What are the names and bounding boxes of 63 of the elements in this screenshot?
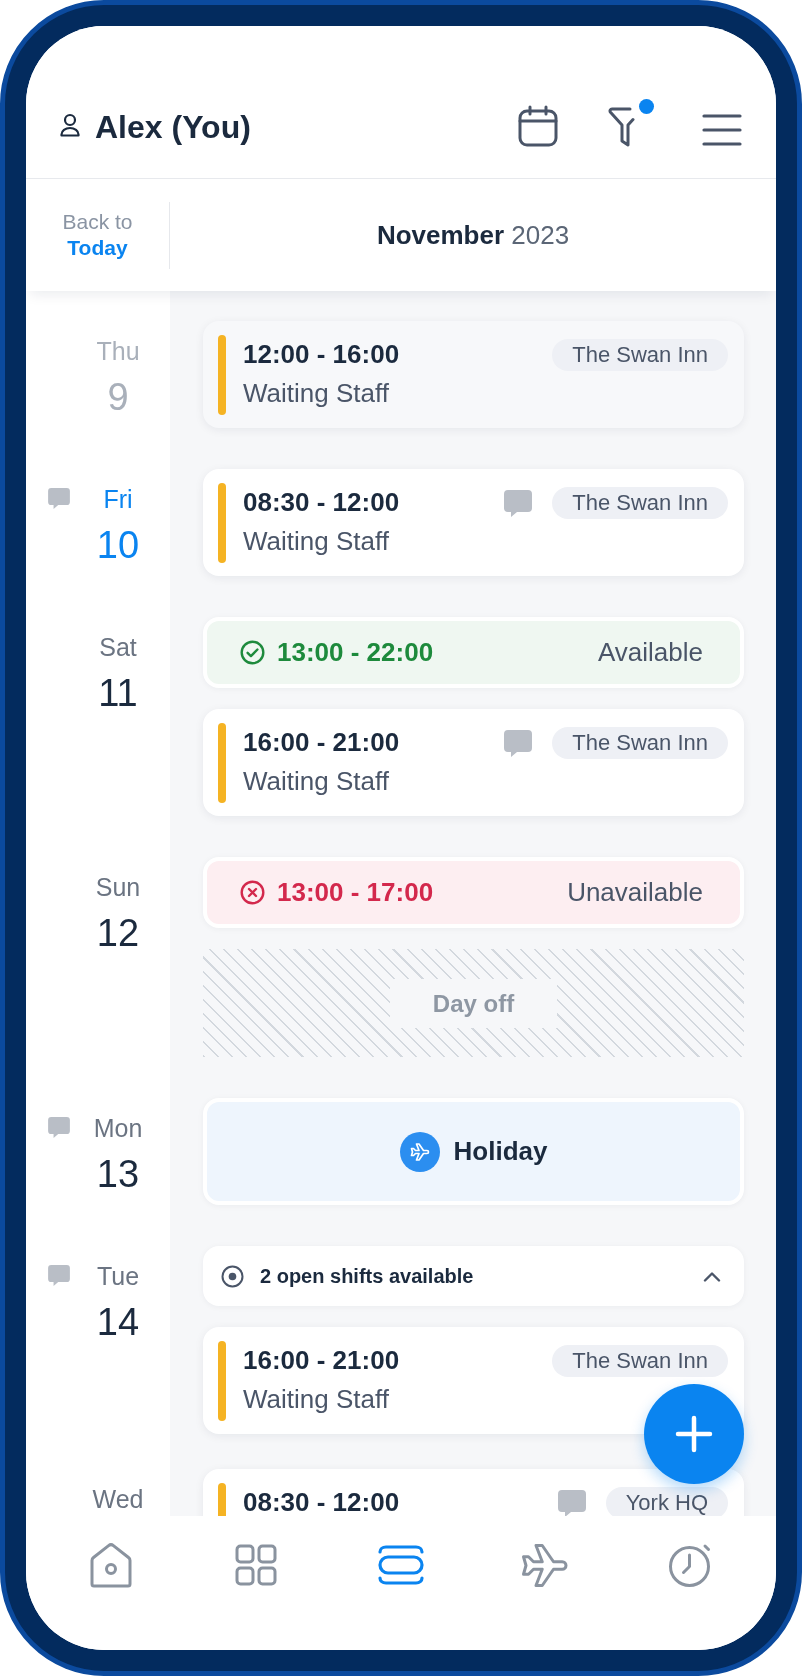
shift-role: Waiting Staff — [243, 766, 390, 797]
home-icon — [88, 1542, 133, 1588]
grid-icon — [234, 1544, 277, 1586]
weekday-label: Thu — [96, 336, 140, 366]
weekday-label: Sun — [95, 872, 141, 902]
date-number: 13 — [96, 1154, 140, 1194]
nav-button[interactable] — [234, 1544, 277, 1586]
shift-time: 16:00 - 21:00 — [243, 727, 400, 758]
plus-icon — [675, 1415, 713, 1453]
availability-time: 13:00 - 17:00 — [277, 877, 434, 908]
shift-card[interactable]: 12:00 - 16:00 Waiting Staff The Swan Inn — [203, 321, 744, 428]
availability-status: Unavailable — [567, 877, 703, 908]
date-number: 9 — [107, 377, 129, 417]
location-tag: The Swan Inn — [552, 727, 728, 759]
shift-card[interactable]: 16:00 - 21:00 Waiting Staff The Swan Inn — [203, 709, 744, 816]
back-to-today-button[interactable]: Back to Today — [26, 209, 169, 261]
shift-card[interactable]: 08:30 - 12:00 York HQ — [203, 1469, 744, 1516]
open-shifts-toggle[interactable]: 2 open shifts available — [203, 1246, 744, 1306]
shift-time: 12:00 - 16:00 — [243, 339, 400, 370]
user-name: Alex (You) — [95, 108, 251, 147]
shift-time: 16:00 - 21:00 — [243, 1345, 400, 1376]
date-number: 11 — [98, 673, 138, 713]
location-tag: The Swan Inn — [552, 487, 728, 519]
month-title: November 2023 — [375, 219, 571, 251]
shift-card[interactable]: 08:30 - 12:00 Waiting Staff The Swan Inn — [203, 469, 744, 576]
location-tag: The Swan Inn — [552, 1345, 728, 1377]
shift-role: Waiting Staff — [243, 1384, 390, 1415]
rows-icon — [377, 1544, 425, 1586]
person-icon — [59, 113, 81, 137]
shift-time: 08:30 - 12:00 — [243, 1487, 400, 1516]
date-number: 12 — [96, 913, 140, 953]
weekday-label: Fri — [103, 484, 133, 514]
check-circle-icon — [240, 640, 265, 665]
cross-circle-icon — [240, 880, 265, 905]
date-number: 14 — [96, 1302, 140, 1342]
weekday-label: Tue — [96, 1261, 140, 1291]
availability-card[interactable]: 13:00 - 22:00 Available — [203, 617, 744, 688]
plane-icon — [399, 1131, 440, 1172]
menu-icon — [702, 113, 742, 147]
weekday-label: Mon — [93, 1113, 143, 1143]
shift-role: Waiting Staff — [243, 378, 390, 409]
shift-card[interactable]: 16:00 - 21:00 Waiting Staff The Swan Inn — [203, 1327, 744, 1434]
location-tag: The Swan Inn — [552, 339, 728, 371]
shift-role: Waiting Staff — [243, 526, 390, 557]
holiday-card[interactable]: Holiday — [203, 1098, 744, 1205]
filter-button[interactable] — [606, 99, 654, 147]
calendar-button[interactable] — [518, 105, 558, 147]
nav-button[interactable] — [88, 1542, 133, 1588]
availability-status: Available — [597, 637, 703, 668]
date-number: 10 — [96, 525, 140, 565]
shift-time: 08:30 - 12:00 — [243, 487, 400, 518]
accent-bar — [218, 1483, 226, 1516]
menu-button[interactable] — [702, 113, 742, 147]
day-off-label: Day off — [389, 978, 558, 1028]
holiday-label: Holiday — [453, 1136, 548, 1167]
unavailability-card[interactable]: 13:00 - 17:00 Unavailable — [203, 857, 744, 928]
weekday-label: Wed — [92, 1484, 144, 1514]
weekday-label: Sat — [99, 632, 137, 662]
availability-time: 13:00 - 22:00 — [277, 637, 434, 668]
calendar-icon — [518, 105, 558, 147]
nav-button[interactable] — [377, 1544, 425, 1586]
location-tag: York HQ — [605, 1487, 728, 1516]
target-icon — [221, 1264, 244, 1288]
